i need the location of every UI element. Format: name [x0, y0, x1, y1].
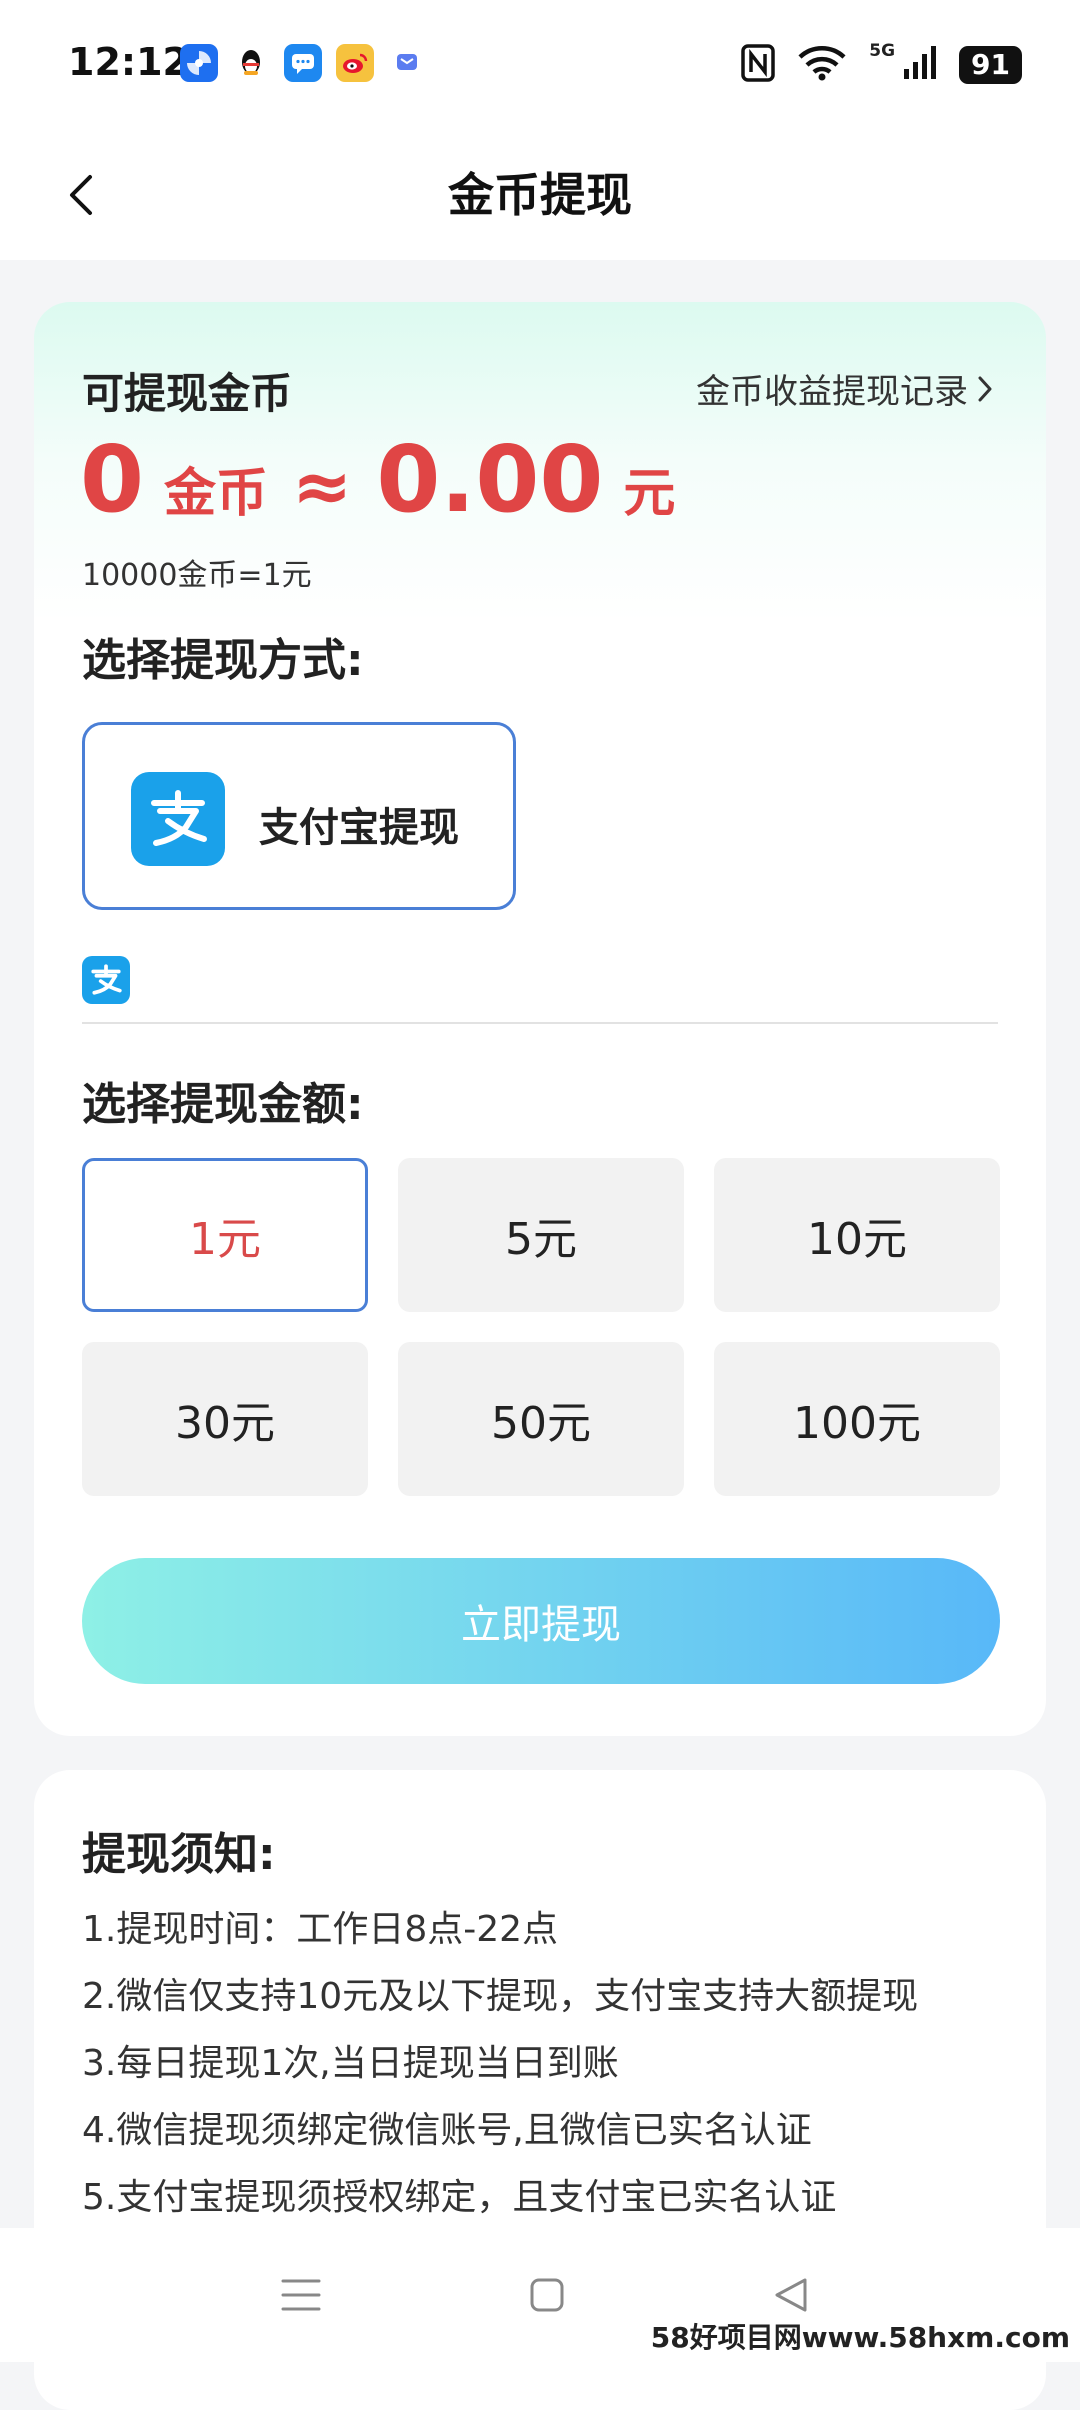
balance-label: 可提现金币	[82, 369, 293, 418]
system-icons: 5G 91	[741, 41, 1022, 86]
back-triangle-icon	[775, 2278, 807, 2312]
app-header: 金币提现	[0, 130, 1080, 260]
alipay-method-option[interactable]: 支付宝提现	[82, 722, 516, 910]
amount-option[interactable]: 5元	[398, 1158, 684, 1312]
network-type-label: 5G	[869, 41, 896, 61]
rule-item: 4.微信提现须绑定微信账号,且微信已实名认证	[82, 2110, 812, 2151]
amount-option[interactable]: 10元	[714, 1158, 1000, 1312]
alipay-icon	[131, 772, 225, 866]
rules-title: 提现须知:	[82, 1829, 276, 1880]
menu-nav-button[interactable]	[266, 2260, 336, 2330]
history-link-label: 金币收益提现记录	[696, 372, 968, 412]
approx-sign: ≈	[292, 444, 353, 528]
home-square-icon	[530, 2278, 564, 2312]
amount-option[interactable]: 30元	[82, 1342, 368, 1496]
alipay-account-icon	[82, 956, 130, 1004]
rule-item: 2.微信仅支持10元及以下提现，支付宝支持大额提现	[82, 1976, 919, 2017]
yuan-amount: 0.00	[376, 426, 604, 533]
cellular-signal-icon	[903, 45, 937, 85]
rule-item: 1.提现时间：工作日8点-22点	[82, 1909, 559, 1950]
status-time: 12:12	[68, 40, 189, 84]
amount-option[interactable]: 1元	[82, 1158, 368, 1312]
withdraw-now-button[interactable]: 立即提现	[82, 1558, 1000, 1684]
coin-unit: 金币	[164, 464, 269, 524]
alipay-method-label: 支付宝提现	[259, 805, 459, 851]
menu-icon	[281, 2279, 321, 2311]
battery-indicator: 91	[959, 46, 1022, 84]
exchange-rate-note: 10000金币=1元	[82, 558, 312, 593]
page-title: 金币提现	[448, 168, 632, 222]
divider	[82, 1022, 998, 1024]
mail-app-icon	[388, 44, 426, 82]
withdraw-history-link[interactable]: 金币收益提现记录	[696, 364, 994, 413]
amount-section-title: 选择提现金额:	[82, 1079, 364, 1130]
method-section-title: 选择提现方式:	[82, 635, 364, 686]
notification-icons	[180, 44, 426, 82]
rule-item: 5.支付宝提现须授权绑定，且支付宝已实名认证	[82, 2177, 837, 2218]
nfc-icon	[741, 44, 775, 86]
message-bubble-icon	[284, 44, 322, 82]
status-bar: 12:12 5G 91	[0, 0, 1080, 130]
amount-option[interactable]: 100元	[714, 1342, 1000, 1496]
wifi-icon	[797, 45, 847, 85]
home-nav-button[interactable]	[512, 2260, 582, 2330]
rule-item: 3.每日提现1次,当日提现当日到账	[82, 2043, 619, 2084]
qq-penguin-icon	[232, 44, 270, 82]
system-nav-bar: 58好项目网www.58hxm.com	[0, 2228, 1080, 2362]
balance-amount: 0 金币 ≈ 0.00 元	[80, 430, 699, 530]
amount-option[interactable]: 50元	[398, 1342, 684, 1496]
watermark: 58好项目网www.58hxm.com	[650, 2321, 1070, 2354]
app-pinwheel-icon	[180, 44, 218, 82]
yuan-unit: 元	[623, 464, 676, 524]
chevron-right-icon	[978, 376, 992, 401]
weibo-icon	[336, 44, 374, 82]
withdraw-card: 可提现金币 金币收益提现记录 0 金币 ≈ 0.00 元 10000金币=1元 …	[34, 302, 1046, 1736]
coin-amount: 0	[80, 426, 145, 533]
rules-list: 1.提现时间：工作日8点-22点 2.微信仅支持10元及以下提现，支付宝支持大额…	[82, 1896, 918, 2231]
